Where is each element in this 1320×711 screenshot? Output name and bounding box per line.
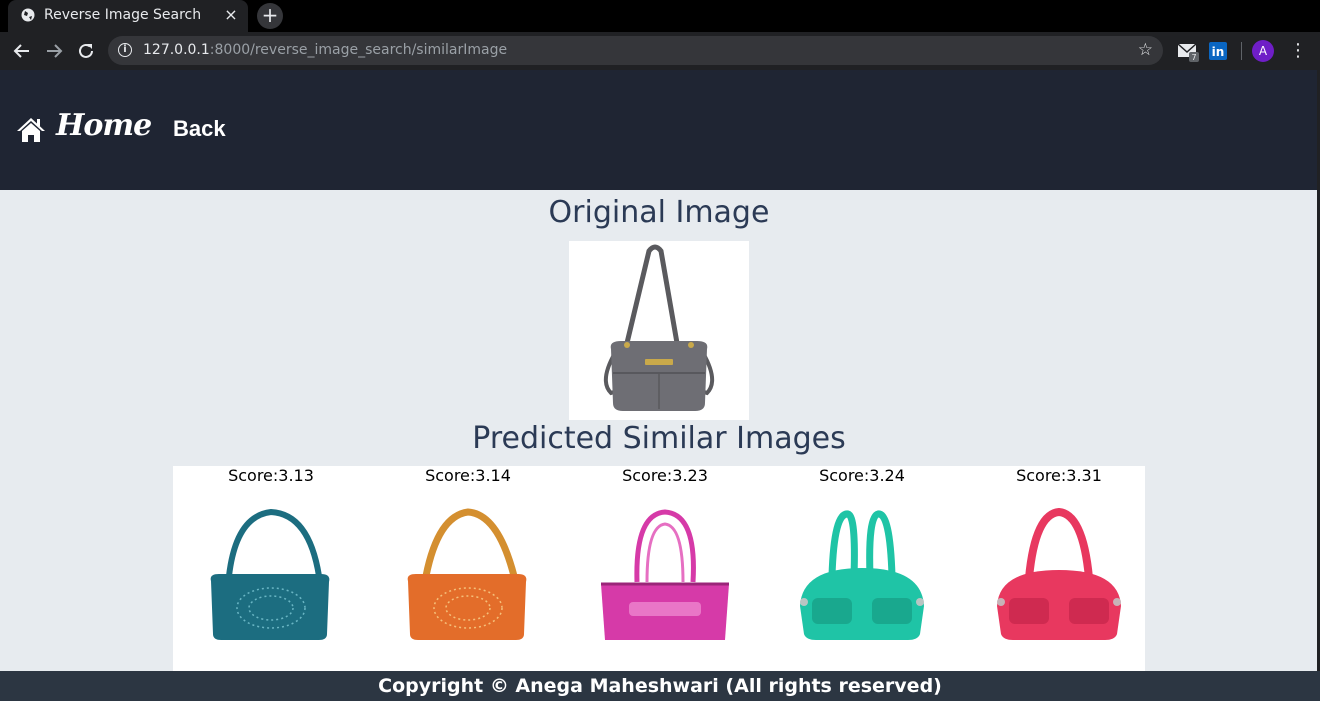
back-arrow-icon[interactable] (11, 40, 33, 62)
browser-tab[interactable]: Reverse Image Search × (8, 0, 248, 32)
back-link[interactable]: Back (173, 116, 226, 142)
home-link[interactable]: Home (56, 108, 152, 143)
result-card[interactable]: Score:3.23 (567, 466, 763, 671)
svg-text:7: 7 (1191, 53, 1196, 62)
profile-avatar[interactable]: A (1252, 40, 1274, 62)
result-score: Score:3.31 (1016, 466, 1102, 485)
new-tab-button[interactable]: + (257, 3, 283, 29)
browser-tab-strip: Reverse Image Search × + (0, 0, 1320, 32)
star-icon[interactable]: ☆ (1138, 40, 1153, 60)
result-card[interactable]: Score:3.24 (764, 466, 960, 671)
home-icon[interactable] (16, 116, 46, 144)
svg-text:in: in (1212, 45, 1225, 59)
result-image (800, 510, 924, 640)
globe-icon (21, 8, 35, 22)
result-score: Score:3.14 (425, 466, 511, 485)
original-image (569, 241, 749, 420)
result-image (210, 508, 330, 640)
toolbar-divider (1241, 42, 1242, 60)
browser-toolbar: i 127.0.0.1:8000/reverse_image_search/si… (0, 32, 1320, 70)
result-card[interactable]: Score:3.13 (173, 466, 369, 671)
result-card[interactable]: Score:3.31 (961, 466, 1157, 671)
original-image-heading: Original Image (548, 195, 770, 230)
result-score: Score:3.23 (622, 466, 708, 485)
menu-icon[interactable]: ⋮ (1289, 40, 1307, 62)
reload-icon[interactable] (75, 40, 97, 62)
results-grid: Score:3.13 Score:3.14 Score:3.23 Score:3… (173, 466, 1145, 671)
tab-close-icon[interactable]: × (222, 5, 240, 24)
result-image (407, 508, 527, 640)
result-image (997, 507, 1121, 640)
mail-extension-icon[interactable]: 7 (1177, 42, 1201, 64)
linkedin-extension-icon[interactable]: in (1209, 42, 1227, 60)
tab-title: Reverse Image Search (44, 7, 202, 23)
info-icon[interactable]: i (118, 43, 132, 57)
forward-arrow-icon[interactable] (43, 40, 65, 62)
result-card[interactable]: Score:3.14 (370, 466, 566, 671)
predicted-images-heading: Predicted Similar Images (472, 421, 846, 456)
address-bar[interactable]: i 127.0.0.1:8000/reverse_image_search/si… (108, 36, 1163, 65)
page-bottom (0, 701, 1320, 711)
footer-copyright: Copyright © Anega Maheshwari (All rights… (0, 671, 1320, 701)
result-image (601, 509, 729, 640)
result-score: Score:3.24 (819, 466, 905, 485)
result-score: Score:3.13 (228, 466, 314, 485)
url-text[interactable]: 127.0.0.1:8000/reverse_image_search/simi… (143, 42, 507, 58)
